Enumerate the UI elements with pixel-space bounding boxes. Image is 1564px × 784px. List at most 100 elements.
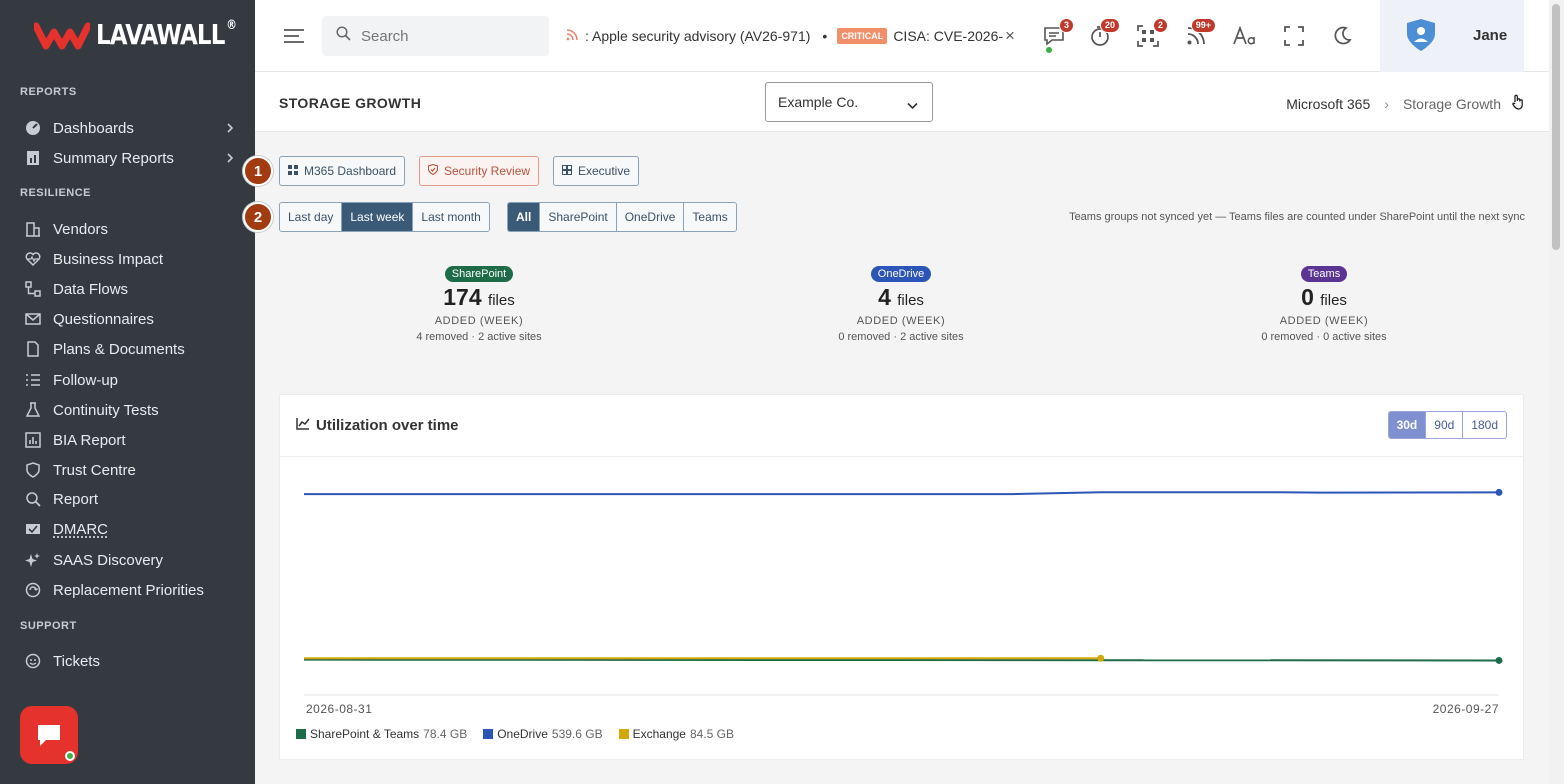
tab-sharepoint[interactable]: SharePoint xyxy=(540,203,617,231)
chat-bubble-icon xyxy=(38,725,60,746)
teams-card: Teams 0 files ADDED (WEEK) 0 removed · 0… xyxy=(1124,246,1524,368)
sidebar-item-tickets[interactable]: Tickets xyxy=(24,648,239,674)
feeds-icon[interactable]: 99+ xyxy=(1182,18,1216,50)
series-end-point[interactable] xyxy=(1495,656,1503,664)
scan-count-badge: 2 xyxy=(1152,18,1168,33)
range-180d[interactable]: 180d xyxy=(1463,412,1506,438)
series-line-onedrive[interactable] xyxy=(304,491,1500,496)
card-count: 174 files xyxy=(443,284,515,310)
step-marker-1: 1 xyxy=(243,156,273,186)
building-icon xyxy=(24,220,42,238)
shield-icon xyxy=(24,461,42,479)
avatar xyxy=(1406,18,1436,57)
breadcrumb-item-microsoft-365[interactable]: Microsoft 365 xyxy=(1286,96,1370,112)
alerts-count-badge: 20 xyxy=(1099,18,1120,33)
report-chart-icon xyxy=(24,149,42,167)
range-90d[interactable]: 90d xyxy=(1426,412,1464,438)
scrollbar-thumb[interactable] xyxy=(1552,4,1560,250)
onedrive-pill: OneDrive xyxy=(870,266,932,282)
ticker-item[interactable]: CISA: CVE-2026- xyxy=(893,28,1003,44)
user-menu[interactable]: Jane xyxy=(1380,0,1524,72)
font-size-icon[interactable] xyxy=(1231,22,1259,50)
sidebar-item-continuity-tests[interactable]: Continuity Tests xyxy=(24,397,239,423)
tab-all[interactable]: All xyxy=(508,203,541,231)
series-end-point[interactable] xyxy=(1495,488,1503,496)
flask-icon xyxy=(24,401,42,419)
m365-dashboard-button[interactable]: M365 Dashboard xyxy=(279,156,406,186)
card-added-label: ADDED (WEEK) xyxy=(434,315,524,327)
hamburger-menu-icon[interactable] xyxy=(280,22,308,50)
brand-logo[interactable]: LAVAWALL ® xyxy=(34,18,255,51)
legend-item-sharepoint-teams[interactable]: SharePoint & Teams 78.4 GB xyxy=(296,727,467,741)
qr-scan-icon[interactable]: 2 xyxy=(1134,18,1168,50)
alerts-timer-icon[interactable]: 20 xyxy=(1086,18,1120,50)
messages-icon[interactable]: 3 xyxy=(1040,18,1074,53)
source-tabs: All SharePoint OneDrive Teams xyxy=(507,202,737,232)
sidebar-item-questionnaires[interactable]: Questionnaires xyxy=(24,306,239,332)
legend-swatch xyxy=(483,729,494,739)
news-ticker[interactable]: : Apple security advisory (AV26-971) • C… xyxy=(565,24,1005,48)
chevron-right-icon xyxy=(225,121,235,138)
search-input[interactable] xyxy=(361,27,531,45)
magnifier-report-icon xyxy=(24,490,42,508)
feeds-count-badge: 99+ xyxy=(1190,18,1216,33)
x-tick-label: 2026-08-31 xyxy=(306,702,372,716)
section-reports: REPORTS xyxy=(20,86,77,98)
tab-last-week[interactable]: Last week xyxy=(342,203,414,231)
sidebar-item-plans-documents[interactable]: Plans & Documents xyxy=(24,336,239,362)
page-scrollbar[interactable] xyxy=(1549,0,1564,784)
sidebar-item-dashboards[interactable]: Dashboards xyxy=(24,115,239,141)
sidebar-item-summary-reports[interactable]: Summary Reports xyxy=(24,145,239,171)
utilization-chart: 2026-08-31 2026-09-27 xyxy=(303,488,1503,716)
sidebar-item-business-impact[interactable]: Business Impact xyxy=(24,246,239,272)
critical-badge: CRITICAL xyxy=(837,28,888,44)
search-icon xyxy=(336,26,351,46)
ticker-close-button[interactable]: × xyxy=(1005,26,1015,46)
card-count: 4 files xyxy=(878,284,924,310)
tab-last-day[interactable]: Last day xyxy=(280,203,343,231)
legend-item-onedrive[interactable]: OneDrive 539.6 GB xyxy=(483,727,603,741)
sidebar-item-report[interactable]: Report xyxy=(24,486,239,512)
bar-chart-icon xyxy=(24,431,42,449)
user-shield-icon xyxy=(1407,19,1435,51)
ticker-item[interactable]: : Apple security advisory (AV26-971) xyxy=(585,28,810,44)
sidebar-item-saas-discovery[interactable]: SAAS Discovery xyxy=(24,547,239,573)
messages-count-badge: 3 xyxy=(1058,18,1074,33)
tab-teams[interactable]: Teams xyxy=(684,203,736,231)
series-line-sharepoint-teams[interactable] xyxy=(303,658,1500,662)
utilization-panel: Utilization over time 30d 90d 180d 2026-… xyxy=(279,394,1524,760)
range-30d[interactable]: 30d xyxy=(1388,412,1427,438)
card-sub: 0 removed · 2 active sites xyxy=(838,331,964,343)
search-box[interactable] xyxy=(322,16,549,56)
sidebar-item-dmarc[interactable]: DMARC xyxy=(24,516,239,542)
x-tick-label: 2026-09-27 xyxy=(1433,702,1499,716)
series-end-point[interactable] xyxy=(1097,654,1105,662)
security-review-button[interactable]: Security Review xyxy=(419,156,540,186)
executive-button[interactable]: Executive xyxy=(553,156,640,186)
sidebar: LAVAWALL ® REPORTS Dashboards Summary Rep… xyxy=(0,0,255,784)
tab-onedrive[interactable]: OneDrive xyxy=(616,203,685,231)
sidebar-item-data-flows[interactable]: Data Flows xyxy=(24,276,239,302)
company-select[interactable]: Example Co. xyxy=(765,82,933,122)
sync-note: Teams groups not synced yet — Teams file… xyxy=(1069,211,1525,223)
range-tabs: 30d 90d 180d xyxy=(1387,411,1507,439)
sidebar-item-follow-up[interactable]: Follow-up xyxy=(24,367,239,393)
sidebar-item-bia-report[interactable]: BIA Report xyxy=(24,427,239,453)
sidebar-item-replacement-priorities[interactable]: Replacement Priorities xyxy=(24,577,239,603)
sparkle-icon xyxy=(24,551,42,569)
heart-pulse-icon xyxy=(24,250,42,268)
legend-item-exchange[interactable]: Exchange 84.5 GB xyxy=(618,727,734,741)
onedrive-card: OneDrive 4 files ADDED (WEEK) 0 removed … xyxy=(701,246,1101,368)
layout-icon xyxy=(562,164,572,178)
dark-mode-moon-icon[interactable] xyxy=(1328,22,1356,50)
fullscreen-icon[interactable] xyxy=(1280,22,1308,50)
breadcrumb: Microsoft 365 › Storage Growth xyxy=(1286,94,1525,113)
chat-launcher-button[interactable] xyxy=(20,706,78,764)
chevron-down-icon xyxy=(907,97,918,113)
sidebar-item-vendors[interactable]: Vendors xyxy=(24,216,239,242)
chart-legend: SharePoint & Teams 78.4 GB OneDrive 539.6 … xyxy=(296,727,750,741)
legend-swatch xyxy=(618,729,629,739)
sidebar-item-trust-centre[interactable]: Trust Centre xyxy=(24,457,239,483)
tab-last-month[interactable]: Last month xyxy=(413,203,489,231)
breadcrumb-separator: › xyxy=(1384,95,1389,112)
